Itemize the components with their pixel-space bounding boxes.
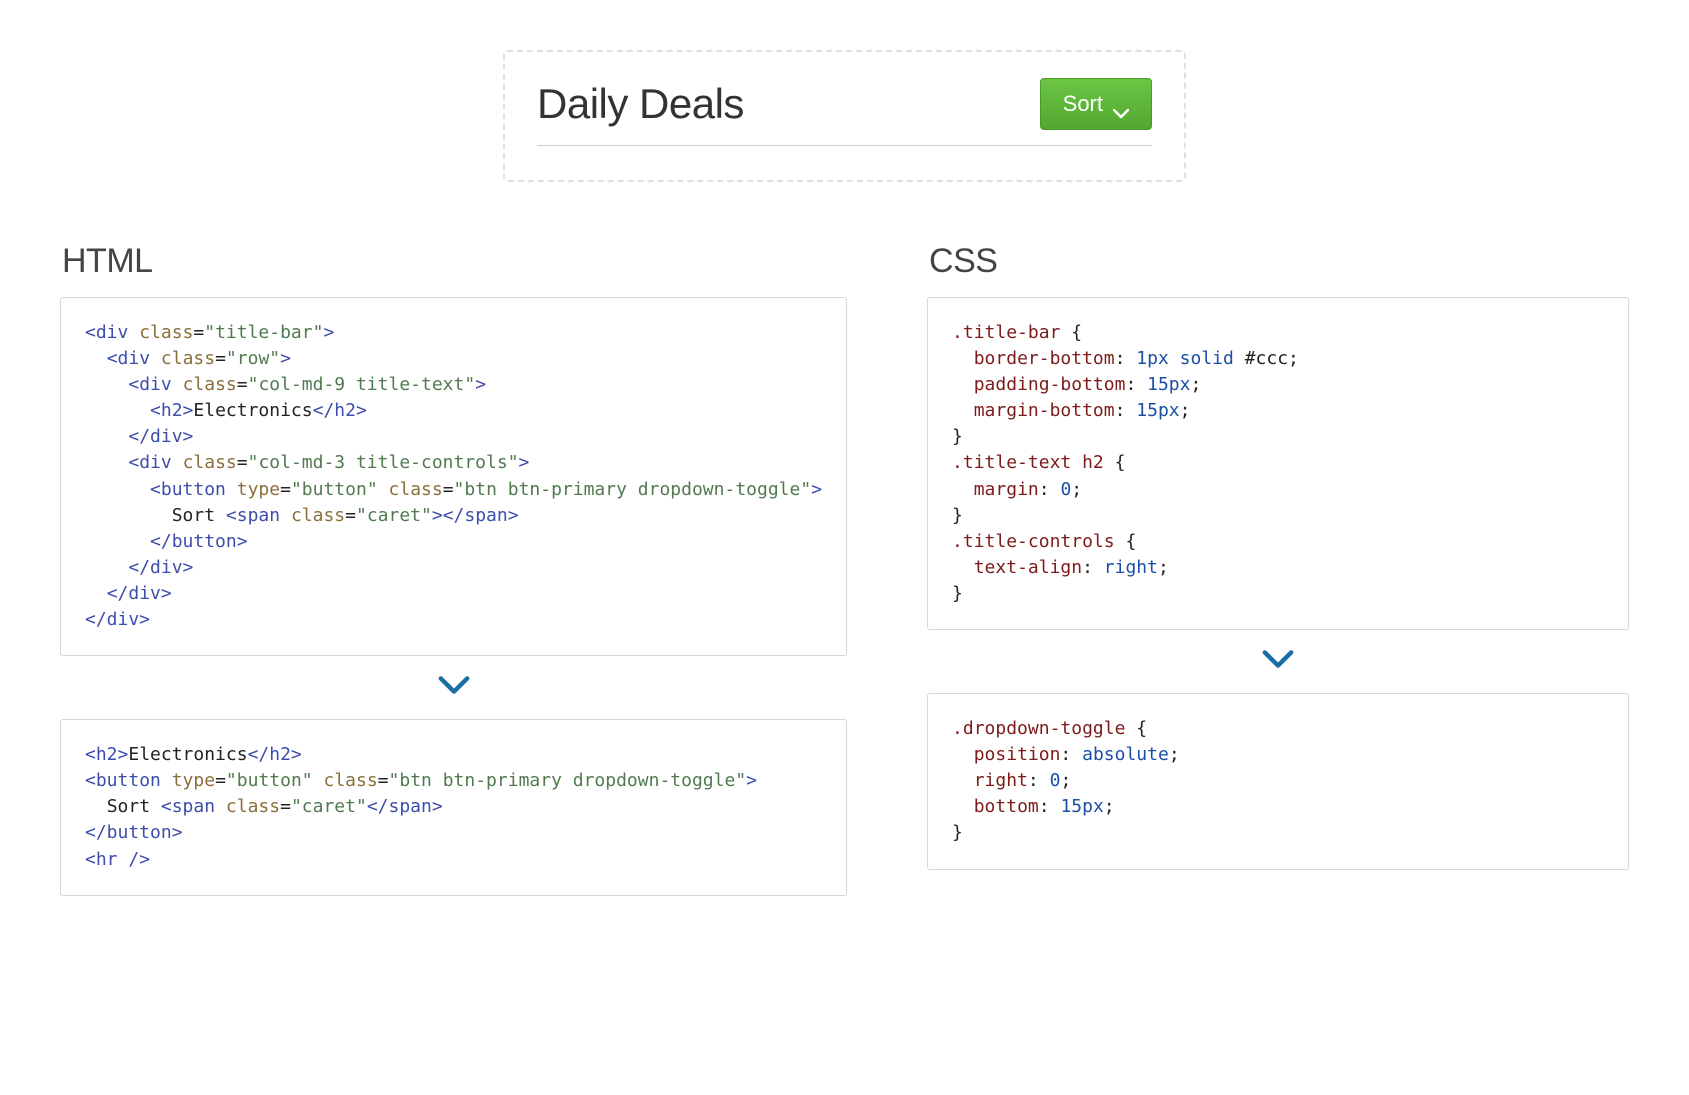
preview-container: Daily Deals Sort <box>60 50 1629 182</box>
preview-card: Daily Deals Sort <box>503 50 1186 182</box>
chevron-down-icon <box>436 683 472 700</box>
page-title: Daily Deals <box>537 80 744 128</box>
css-column: CSS .title-bar { border-bottom: 1px soli… <box>927 242 1629 870</box>
css-code-block-2: .dropdown-toggle { position: absolute; r… <box>927 693 1629 869</box>
code-text: <div class="title-bar"> <div class="row"… <box>85 320 822 633</box>
code-text: .title-bar { border-bottom: 1px solid #c… <box>952 320 1604 607</box>
code-text: <h2>Electronics</h2> <button type="butto… <box>85 742 822 872</box>
css-code-block-1: .title-bar { border-bottom: 1px solid #c… <box>927 297 1629 630</box>
code-text: .dropdown-toggle { position: absolute; r… <box>952 716 1604 846</box>
arrow-divider <box>927 648 1629 675</box>
html-code-block-2: <h2>Electronics</h2> <button type="butto… <box>60 719 847 895</box>
sort-button-label: Sort <box>1063 91 1103 117</box>
html-heading: HTML <box>62 242 847 281</box>
chevron-down-icon <box>1113 99 1129 109</box>
chevron-down-icon <box>1260 657 1296 674</box>
html-column: HTML <div class="title-bar"> <div class=… <box>60 242 847 896</box>
title-bar: Daily Deals Sort <box>537 78 1152 146</box>
arrow-divider <box>60 674 847 701</box>
sort-button[interactable]: Sort <box>1040 78 1152 130</box>
html-code-block-1: <div class="title-bar"> <div class="row"… <box>60 297 847 656</box>
css-heading: CSS <box>929 242 1629 281</box>
